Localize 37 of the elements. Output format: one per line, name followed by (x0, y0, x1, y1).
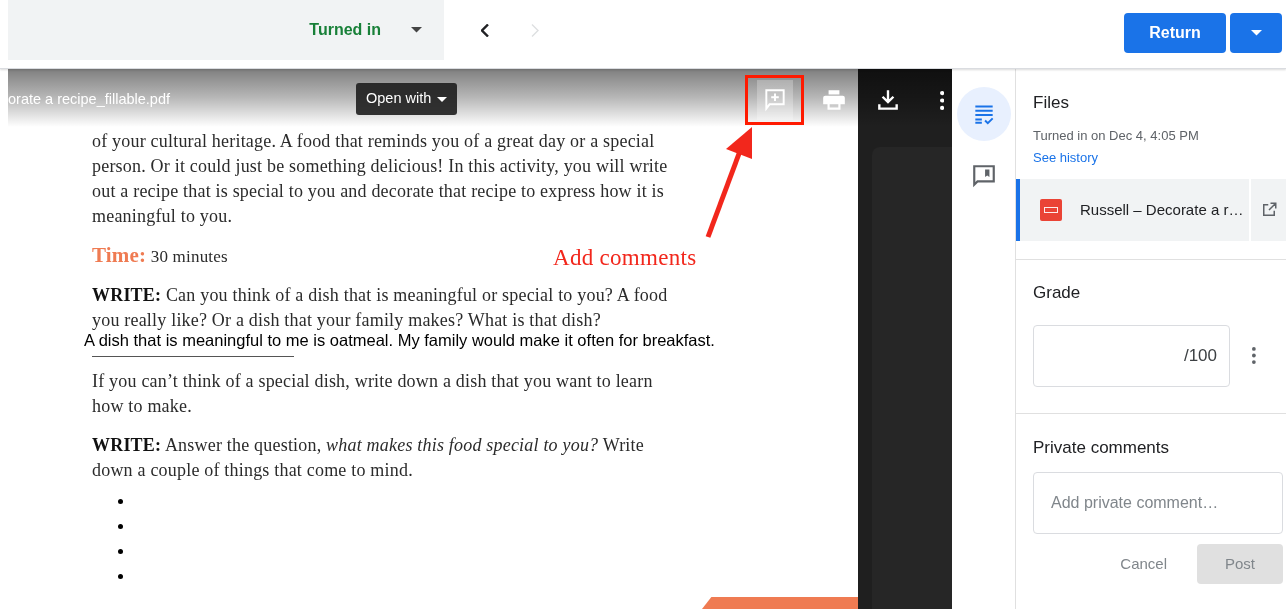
open-with-button[interactable]: Open with (356, 83, 458, 115)
caret-icon (1250, 30, 1262, 36)
comment-add-icon (762, 87, 788, 113)
more-icon (1252, 347, 1256, 364)
details-tab[interactable] (956, 87, 1011, 141)
cancel-button[interactable]: Cancel (1120, 552, 1167, 576)
file-item[interactable]: Russell – Decorate a r… (1016, 179, 1250, 241)
comment-field[interactable]: Add private comment… (1033, 472, 1283, 534)
return-button[interactable]: Return (1124, 13, 1226, 53)
grade-field[interactable]: /100 (1033, 324, 1230, 387)
bullet-icon (118, 574, 123, 579)
more-icon (939, 90, 945, 110)
history-link[interactable]: See history (1033, 148, 1099, 168)
paragraph: of your cultural heritage. A food that reminds you of a great day or a special person. Or it could just be something delicious! In this activity, you will write out a recipe that is special to you and decorate that recipe to express how it is meaningful to you. (92, 130, 669, 228)
status-label: Turned in (309, 20, 381, 40)
paragraph: WRITE: Answer the question, what makes this food special to you? Write down a couple of things that come to mind. (92, 434, 645, 482)
file-name: orate a recipe_fillable.pdf (8, 90, 171, 109)
caret-icon (437, 96, 448, 102)
section-title: Grade (1033, 282, 1082, 304)
annotation-label: Add comments (553, 245, 697, 271)
download-icon (875, 87, 901, 113)
print-icon (821, 87, 847, 113)
bullet-icon (118, 549, 123, 554)
comment-icon (970, 163, 997, 189)
turned-in-time: Turned in on Dec 4, 4:05 PM (1033, 126, 1200, 145)
bullet-icon (118, 499, 123, 504)
answer-text: A dish that is meaningful to me is oatmeal. My family would make it often for breakfast. (84, 330, 715, 351)
paragraph: WRITE: Can you think of a dish that is meaningful or special to you? A food you really like? Or a dish that your family makes? What is that dish? (92, 284, 669, 332)
pdf-icon (1040, 199, 1062, 221)
status-dropdown[interactable]: Turned in (8, 0, 444, 60)
caret-icon (411, 27, 422, 33)
time-label: Time: 30 minutes (92, 243, 228, 269)
paragraph: If you can’t think of a special dish, write down a dish that you want to learn how to make. (92, 370, 654, 418)
open-in-new-button[interactable] (1251, 179, 1286, 241)
section-title: Private comments (1033, 436, 1171, 459)
bullet-icon (118, 524, 123, 529)
section-title: Files (1033, 92, 1070, 114)
